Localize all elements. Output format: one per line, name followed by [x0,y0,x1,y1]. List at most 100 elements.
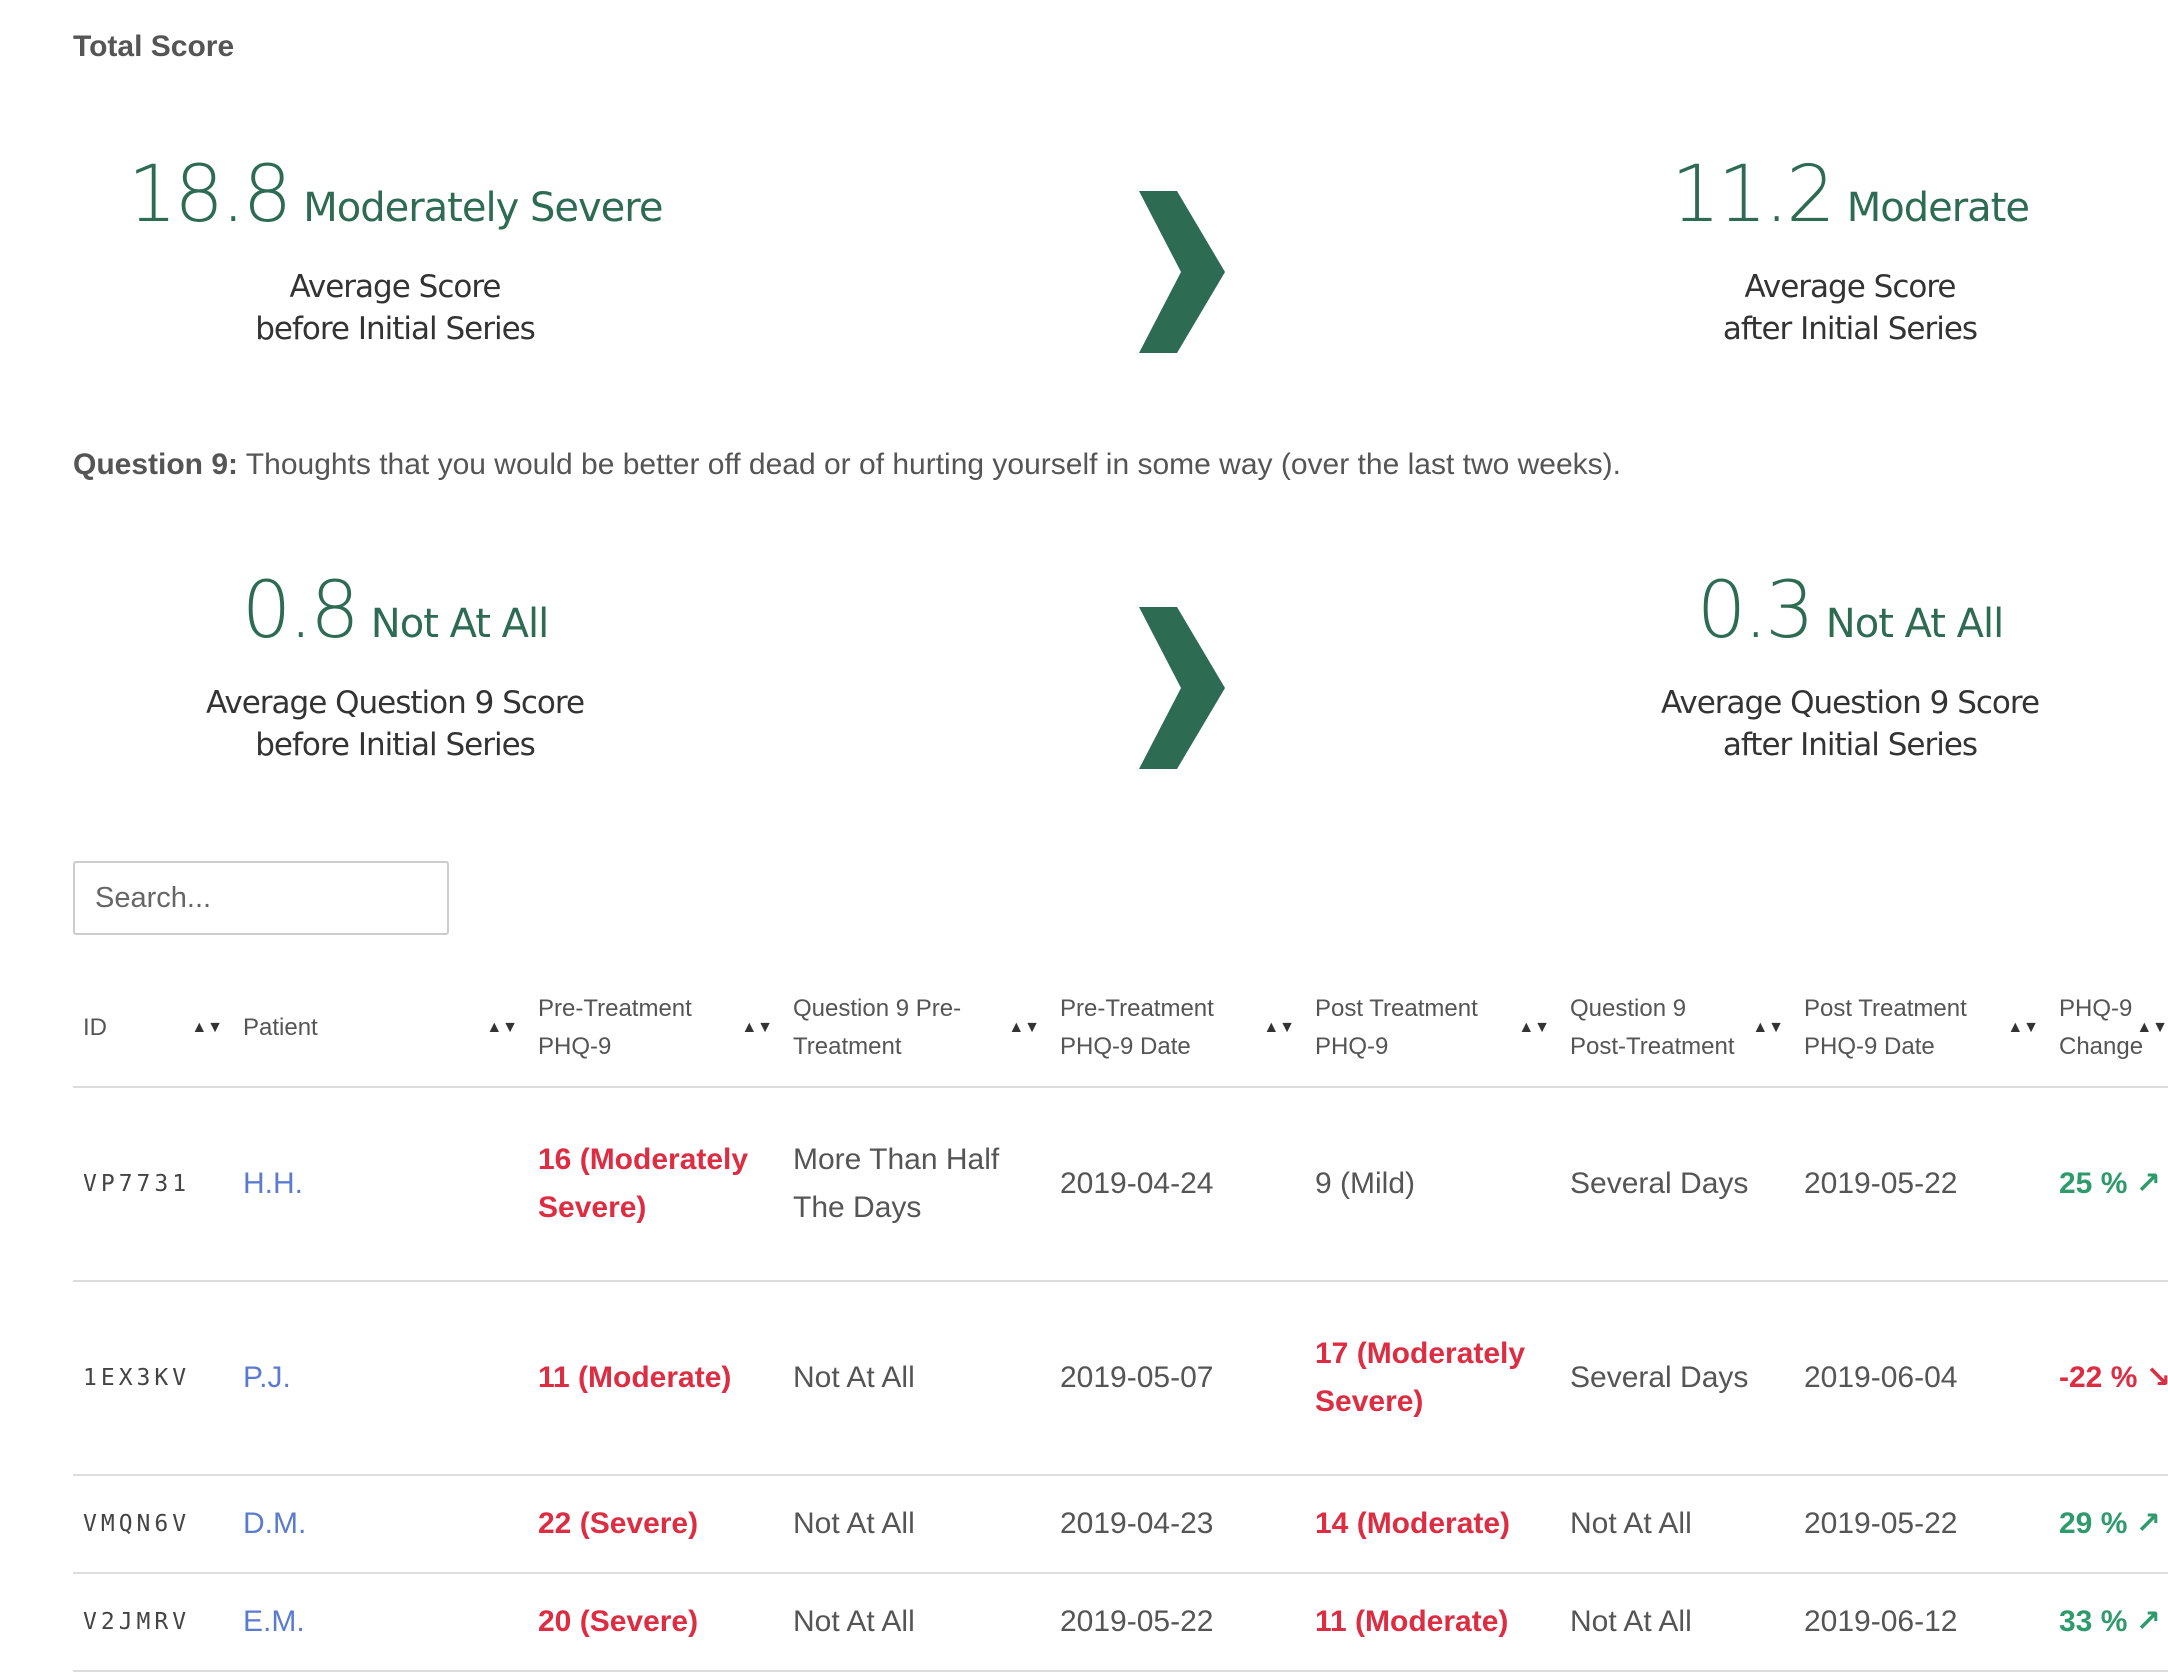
total-score-before-value: 18.8 [127,150,293,240]
total-score-heading: Total Score [73,30,235,63]
total-score-after-value: 11.2 [1671,150,1836,240]
total-score-after: 11.2 Moderate Average Score after Initial… [1640,150,2060,350]
row-q9-post: Several Days [1560,1281,1794,1476]
row-q9-post: Several Days [1560,1087,1794,1282]
row-change: 29 % ↗ [2049,1475,2168,1574]
question-9-description: Thoughts that you would be better off de… [238,448,1621,481]
row-pre-phq: 11 (Moderate) [528,1281,783,1476]
sort-icon[interactable]: ▲▼ [1263,1020,1295,1036]
table-row[interactable]: VMQN6V D.M. 22 (Severe) Not At All 2019-… [73,1475,2168,1574]
row-pre-phq: 16 (Moderately Severe) [528,1087,783,1282]
column-header-label: PHQ-9 Change [2059,995,2144,1060]
q9-before-caption: Average Question 9 Score [205,685,585,721]
row-post-date: 2019-05-22 [1794,1475,2049,1574]
sort-icon[interactable]: ▲▼ [191,1020,223,1036]
table-row[interactable]: VP7731 H.H. 16 (Moderately Severe) More … [73,1087,2168,1282]
row-pre-date: 2019-04-24 [1050,1087,1305,1282]
column-header-label: Patient [243,1014,318,1041]
row-patient[interactable]: D.M. [233,1475,528,1574]
total-score-after-caption-sub: after Initial Series [1722,311,1978,347]
total-score-after-caption: Average Score [1744,269,1957,305]
question-9-text: Question 9: Thoughts that you would be b… [73,448,1621,482]
sort-icon[interactable]: ▲▼ [2136,1020,2168,1036]
row-pre-date: 2019-04-23 [1050,1475,1305,1574]
row-change: 33 % ↗ [2049,1573,2168,1672]
row-id: V2JMRV [73,1573,233,1672]
column-header-id[interactable]: ID ▲▼ [73,970,233,1088]
total-score-before-caption: Average Score [289,269,502,305]
patient-link[interactable]: H.H. [243,1167,303,1200]
row-q9-post: Not At All [1560,1475,1794,1574]
patient-link[interactable]: P.J. [243,1361,291,1394]
q9-before-value: 0.8 [241,566,360,656]
row-post-phq: 14 (Moderate) [1305,1475,1560,1574]
column-header-label: Pre-Treatment PHQ-9 Date [1060,995,1214,1060]
column-header-label: Post Treatment PHQ-9 Date [1804,995,1967,1060]
q9-after-value: 0.3 [1696,566,1815,656]
q9-before-caption-sub: before Initial Series [255,727,536,763]
patient-link[interactable]: D.M. [243,1507,306,1540]
q9-after-category: Not At All [1825,601,2004,647]
q9-score-before: 0.8 Not At All Average Question 9 Score b… [170,566,620,766]
row-q9-pre: More Than Half The Days [783,1087,1050,1282]
q9-before-category: Not At All [370,601,549,647]
chevron-right-icon [1139,607,1225,769]
sort-icon[interactable]: ▲▼ [2007,1020,2039,1036]
row-post-date: 2019-06-12 [1794,1573,2049,1672]
row-id: 1EX3KV [73,1281,233,1476]
row-q9-pre: Not At All [783,1281,1050,1476]
column-header-label: ID [83,1014,107,1041]
q9-after-caption: Average Question 9 Score [1660,685,2040,721]
column-header-q9-post[interactable]: Question 9 Post-Treatment ▲▼ [1560,970,1794,1088]
total-score-before: 18.8 Moderately Severe Average Score befo… [110,150,680,350]
sort-icon[interactable]: ▲▼ [1008,1020,1040,1036]
row-q9-post: Not At All [1560,1573,1794,1672]
sort-icon[interactable]: ▲▼ [1518,1020,1550,1036]
column-header-q9-pre[interactable]: Question 9 Pre-Treatment ▲▼ [783,970,1050,1088]
q9-score-after: 0.3 Not At All Average Question 9 Score a… [1640,566,2060,766]
search-input[interactable] [73,861,449,935]
row-change: -22 % ↘ [2049,1281,2168,1476]
total-score-after-category: Moderate [1846,185,2030,231]
row-pre-phq: 20 (Severe) [528,1573,783,1672]
table-row[interactable]: 1EX3KV P.J. 11 (Moderate) Not At All 201… [73,1281,2168,1476]
column-header-change[interactable]: PHQ-9 Change ▲▼ [2049,970,2168,1088]
sort-icon[interactable]: ▲▼ [1752,1020,1784,1036]
total-score-before-category: Moderately Severe [303,185,663,231]
row-patient[interactable]: H.H. [233,1087,528,1282]
table-row[interactable]: V2JMRV E.M. 20 (Severe) Not At All 2019-… [73,1573,2168,1672]
row-post-date: 2019-05-22 [1794,1087,2049,1282]
column-header-label: Question 9 Post-Treatment [1570,995,1735,1060]
column-header-label: Pre-Treatment PHQ-9 [538,995,692,1060]
row-patient[interactable]: P.J. [233,1281,528,1476]
row-patient[interactable]: E.M. [233,1573,528,1672]
row-pre-date: 2019-05-07 [1050,1281,1305,1476]
patient-link[interactable]: E.M. [243,1605,305,1638]
question-9-label: Question 9: [73,448,239,481]
row-pre-date: 2019-05-22 [1050,1573,1305,1672]
column-header-pre-phq[interactable]: Pre-Treatment PHQ-9 ▲▼ [528,970,783,1088]
row-post-phq: 11 (Moderate) [1305,1573,1560,1672]
patients-table: ID ▲▼ Patient ▲▼ Pre-Treatment PHQ-9 ▲▼ Que… [73,970,2168,1672]
q9-after-caption-sub: after Initial Series [1722,727,1978,763]
chevron-right-icon [1139,191,1225,353]
row-pre-phq: 22 (Severe) [528,1475,783,1574]
sort-icon[interactable]: ▲▼ [486,1020,518,1036]
row-post-date: 2019-06-04 [1794,1281,2049,1476]
sort-icon[interactable]: ▲▼ [741,1020,773,1036]
total-score-before-caption-sub: before Initial Series [255,311,536,347]
row-id: VMQN6V [73,1475,233,1574]
column-header-post-date[interactable]: Post Treatment PHQ-9 Date ▲▼ [1794,970,2049,1088]
table-header-row: ID ▲▼ Patient ▲▼ Pre-Treatment PHQ-9 ▲▼ Que… [73,970,2168,1088]
row-post-phq: 9 (Mild) [1305,1087,1560,1282]
column-header-post-phq[interactable]: Post Treatment PHQ-9 ▲▼ [1305,970,1560,1088]
column-header-label: Post Treatment PHQ-9 [1315,995,1478,1060]
column-header-label: Question 9 Pre-Treatment [793,995,962,1060]
column-header-pre-date[interactable]: Pre-Treatment PHQ-9 Date ▲▼ [1050,970,1305,1088]
row-post-phq: 17 (Moderately Severe) [1305,1281,1560,1476]
column-header-patient[interactable]: Patient ▲▼ [233,970,528,1088]
row-change: 25 % ↗ [2049,1087,2168,1282]
row-id: VP7731 [73,1087,233,1282]
row-q9-pre: Not At All [783,1475,1050,1574]
row-q9-pre: Not At All [783,1573,1050,1672]
